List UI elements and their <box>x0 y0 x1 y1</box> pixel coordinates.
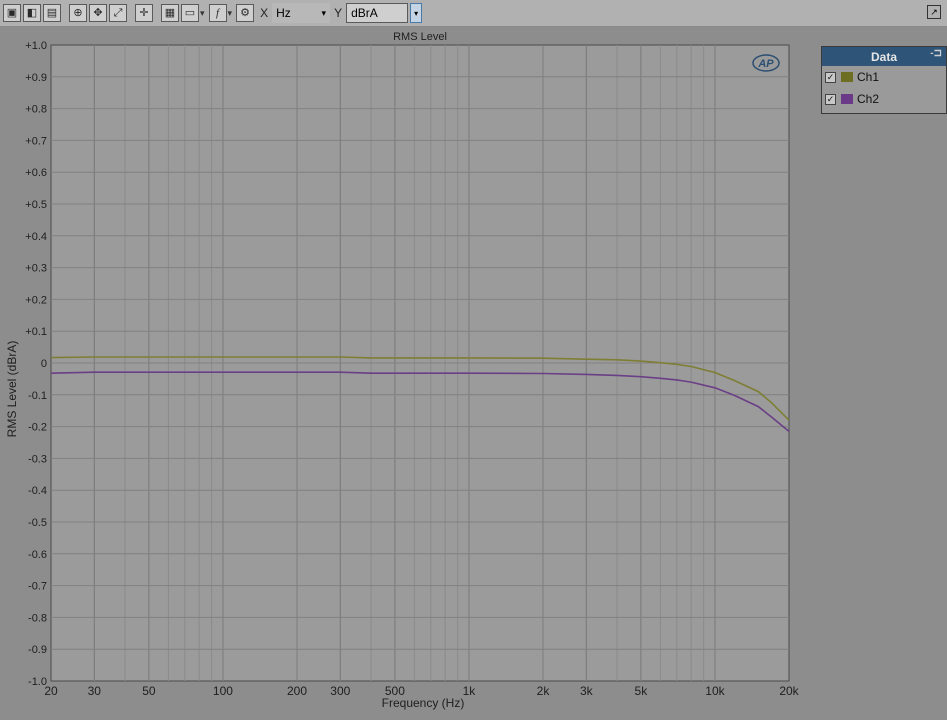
fit-icon[interactable]: ⤢ <box>109 4 127 22</box>
y-tick-label: -0.3 <box>28 453 47 465</box>
x-tick-label: 5k <box>635 684 649 698</box>
cursor-icon[interactable]: ✛ <box>135 4 153 22</box>
x-tick-label: 100 <box>213 684 233 698</box>
x-tick-label: 200 <box>287 684 307 698</box>
y-axis-label: Y <box>334 6 343 20</box>
y-tick-label: -0.8 <box>28 612 47 624</box>
x-tick-label: 10k <box>705 684 725 698</box>
legend-title-text: Data <box>870 49 897 64</box>
graph-toolbar: ▣ ◧ ▤ ⊕ ✥ ⤢ ✛ ▦ ▭ ▾ f ▾ ⚙ X Hz ▾ Y dBrA … <box>0 0 947 27</box>
y-tick-label: +0.3 <box>25 263 47 275</box>
y-unit-dropdown-button[interactable]: ▾ <box>410 3 423 23</box>
x-axis-title: Frequency (Hz) <box>382 696 465 710</box>
pan-icon[interactable]: ✥ <box>89 4 107 22</box>
y-tick-label: +0.5 <box>25 199 47 211</box>
x-unit-value: Hz <box>276 6 291 20</box>
chevron-down-icon[interactable]: ▾ <box>200 8 205 19</box>
y-tick-label: -0.4 <box>28 485 47 497</box>
y-tick-label: -0.9 <box>28 644 47 656</box>
x-tick-label: 2k <box>537 684 551 698</box>
x-tick-label: 300 <box>330 684 350 698</box>
ch1-color-swatch <box>841 72 853 82</box>
x-tick-label: 20k <box>779 684 799 698</box>
x-tick-label: 50 <box>142 684 156 698</box>
x-tick-label: 3k <box>580 684 594 698</box>
y-tick-label: +0.7 <box>25 135 47 147</box>
rms-level-chart[interactable]: 20 30 50 100 200 300 500 1k 2k 3k 5k 10k 20k+1.0+0.9… <box>0 27 947 720</box>
y-tick-label: +0.4 <box>25 231 47 243</box>
y-unit-value: dBrA <box>351 6 378 20</box>
y-tick-label: +0.1 <box>25 326 47 338</box>
y-tick-label: -0.2 <box>28 422 47 434</box>
ch2-color-swatch <box>841 94 853 104</box>
print-icon[interactable]: ▤ <box>43 4 61 22</box>
y-tick-label: 0 <box>41 358 47 370</box>
x-axis-label: X <box>260 6 269 20</box>
y-tick-label: -0.6 <box>28 549 47 561</box>
legend-item-ch1[interactable]: ✓ Ch1 <box>822 66 946 88</box>
y-tick-label: -1.0 <box>28 676 47 688</box>
open-graph-icon[interactable]: ◧ <box>23 4 41 22</box>
y-unit-select[interactable]: dBrA <box>346 3 409 23</box>
y-axis-title: RMS Level (dBrA) <box>5 341 19 438</box>
table-icon[interactable]: ▦ <box>161 4 179 22</box>
data-legend: Data -⊐ ✓ Ch1 ✓ Ch2 <box>821 46 947 114</box>
y-tick-label: +0.9 <box>25 72 47 84</box>
legend-item-ch2[interactable]: ✓ Ch2 <box>822 88 946 110</box>
save-graph-icon[interactable]: ▣ <box>3 4 21 22</box>
y-tick-label: +0.2 <box>25 294 47 306</box>
graph-options-icon[interactable]: ▭ <box>181 4 199 22</box>
ch2-label: Ch2 <box>857 92 880 106</box>
y-tick-label: +1.0 <box>25 40 47 52</box>
popout-icon[interactable]: ↗ <box>927 5 941 19</box>
y-tick-label: +0.6 <box>25 167 47 179</box>
x-tick-label: 1k <box>463 684 477 698</box>
settings-icon[interactable]: ⚙ <box>236 4 255 22</box>
y-tick-label: +0.8 <box>25 104 47 116</box>
ap-logo-text: AP <box>757 58 774 70</box>
zoom-icon[interactable]: ⊕ <box>69 4 87 22</box>
ch2-checkbox[interactable]: ✓ <box>825 93 836 105</box>
ch1-checkbox[interactable]: ✓ <box>825 71 836 83</box>
x-tick-label: 30 <box>88 684 102 698</box>
chart-title: RMS Level <box>393 31 447 43</box>
chevron-down-icon[interactable]: ▾ <box>228 8 233 19</box>
x-unit-select[interactable]: Hz ▾ <box>272 3 331 23</box>
chevron-down-icon: ▾ <box>414 8 419 18</box>
chevron-down-icon: ▾ <box>321 7 327 18</box>
y-tick-label: -0.7 <box>28 581 47 593</box>
legend-title: Data -⊐ <box>822 47 946 66</box>
ch1-label: Ch1 <box>857 70 880 84</box>
y-tick-label: -0.1 <box>28 390 47 402</box>
fx-icon[interactable]: f <box>208 4 227 22</box>
y-tick-label: -0.5 <box>28 517 47 529</box>
pin-icon[interactable]: -⊐ <box>930 48 942 59</box>
